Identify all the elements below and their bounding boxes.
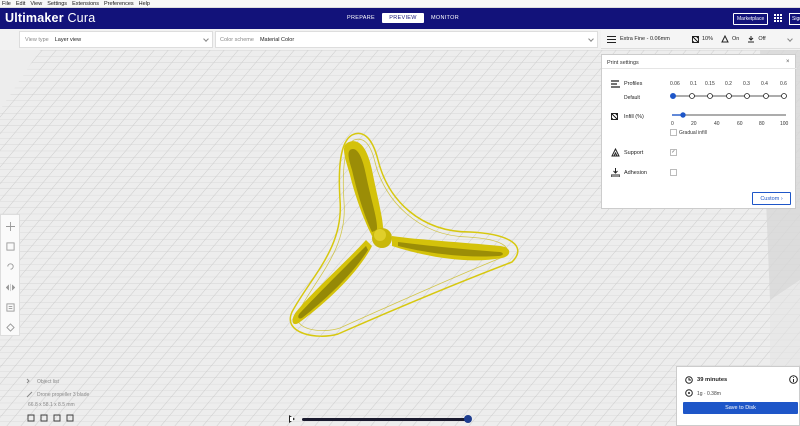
- custom-button[interactable]: Custom ›: [752, 192, 791, 205]
- default-label: Default: [624, 95, 640, 101]
- object-dimensions: 66.8 x 58.1 x 8.5 mm: [28, 402, 75, 408]
- support-summary: On: [721, 35, 739, 43]
- scale-icon[interactable]: [6, 242, 15, 251]
- infill-summary: 10%: [692, 35, 713, 43]
- tab-prepare[interactable]: PREPARE: [340, 13, 382, 23]
- color-scheme-selector[interactable]: Color scheme Material Color: [215, 31, 598, 48]
- object-name: Drone propeller 3 blade: [37, 392, 90, 398]
- infill-icon: [692, 35, 699, 43]
- chevron-down-icon: [588, 36, 594, 42]
- material-usage: 1g · 0.38m: [697, 391, 721, 397]
- print-setup-bar[interactable]: Extra Fine - 0.06mm 10% On Off: [601, 30, 800, 49]
- support-checkbox[interactable]: ✓: [670, 149, 677, 156]
- menu-file[interactable]: File: [2, 1, 11, 7]
- view-type-selector[interactable]: View type Layer view: [19, 31, 213, 48]
- profiles-label: Profiles: [624, 81, 643, 87]
- adhesion-icon: [748, 36, 755, 43]
- chevron-right-icon: ›: [780, 195, 783, 202]
- view-type-label: View type: [25, 36, 49, 43]
- material-spool-icon: [685, 389, 693, 397]
- profile-slider[interactable]: [668, 91, 790, 101]
- pencil-icon: [26, 391, 33, 398]
- info-icon[interactable]: [789, 375, 798, 384]
- mirror-icon[interactable]: [6, 283, 15, 292]
- move-icon[interactable]: [6, 222, 15, 231]
- print-estimate-panel: 39 minutes 1g · 0.38m: [676, 366, 800, 426]
- menu-view[interactable]: View: [30, 1, 42, 7]
- apps-grid-icon[interactable]: [774, 14, 782, 22]
- menu-edit[interactable]: Edit: [16, 1, 25, 7]
- chevron-down-icon: [203, 36, 209, 42]
- play-icon[interactable]: [289, 415, 295, 423]
- color-scheme-label: Color scheme: [220, 36, 254, 43]
- support-label: Support: [624, 150, 644, 156]
- layer-slider-track[interactable]: [302, 418, 470, 421]
- tab-preview[interactable]: PREVIEW: [382, 13, 424, 23]
- sliders-icon: [607, 35, 616, 43]
- stage-tabs: PREPARE PREVIEW MONITOR: [340, 13, 466, 23]
- app-logo: Ultimaker Cura: [5, 11, 96, 25]
- print-settings-title: Print settings: [607, 60, 639, 66]
- per-model-settings-icon[interactable]: [6, 303, 15, 312]
- save-to-disk-button[interactable]: Save to Disk: [683, 402, 798, 414]
- camera-view-icons[interactable]: [27, 414, 77, 422]
- print-settings-panel: Print settings × Profiles 0.06 0.1 0.15 …: [601, 54, 797, 209]
- tab-monitor[interactable]: MONITOR: [424, 13, 466, 23]
- object-list-label[interactable]: Object list: [37, 379, 59, 385]
- object-list-chevron-icon[interactable]: [26, 378, 32, 384]
- infill-label: Infill (%): [624, 114, 644, 120]
- view-type-value: Layer view: [54, 36, 82, 43]
- layer-slider-handle[interactable]: [464, 415, 472, 423]
- adhesion-label: Adhesion: [624, 170, 647, 176]
- chevron-down-icon: [787, 36, 793, 42]
- menu-bar: File Edit View Settings Extensions Prefe…: [0, 0, 800, 8]
- app-header: Ultimaker Cura PREPARE PREVIEW MONITOR M…: [0, 8, 800, 29]
- signin-button[interactable]: Sign in: [789, 13, 800, 25]
- menu-settings[interactable]: Settings: [47, 1, 67, 7]
- menu-extensions[interactable]: Extensions: [72, 1, 99, 7]
- profiles-icon: [611, 80, 620, 88]
- clock-icon: [685, 376, 693, 384]
- profile-summary: Extra Fine - 0.06mm: [620, 36, 670, 42]
- adhesion-summary: Off: [747, 35, 766, 43]
- marketplace-button[interactable]: Marketplace: [733, 13, 769, 25]
- print-time: 39 minutes: [697, 377, 728, 383]
- close-icon[interactable]: ×: [786, 59, 790, 65]
- adhesion-icon: [611, 168, 620, 177]
- support-icon: [611, 148, 620, 157]
- rotate-icon[interactable]: [6, 262, 15, 271]
- infill-slider[interactable]: [670, 111, 788, 119]
- infill-icon: [611, 113, 618, 120]
- color-scheme-value: Material Color: [259, 36, 295, 43]
- support-icon: [721, 35, 729, 43]
- support-blocker-icon[interactable]: [6, 323, 15, 332]
- menu-preferences[interactable]: Preferences: [104, 1, 134, 7]
- menu-help[interactable]: Help: [139, 1, 150, 7]
- gradual-infill-checkbox[interactable]: [670, 129, 677, 136]
- gradual-infill-label: Gradual infill: [679, 130, 707, 136]
- tool-column: [0, 214, 20, 336]
- adhesion-checkbox[interactable]: [670, 169, 677, 176]
